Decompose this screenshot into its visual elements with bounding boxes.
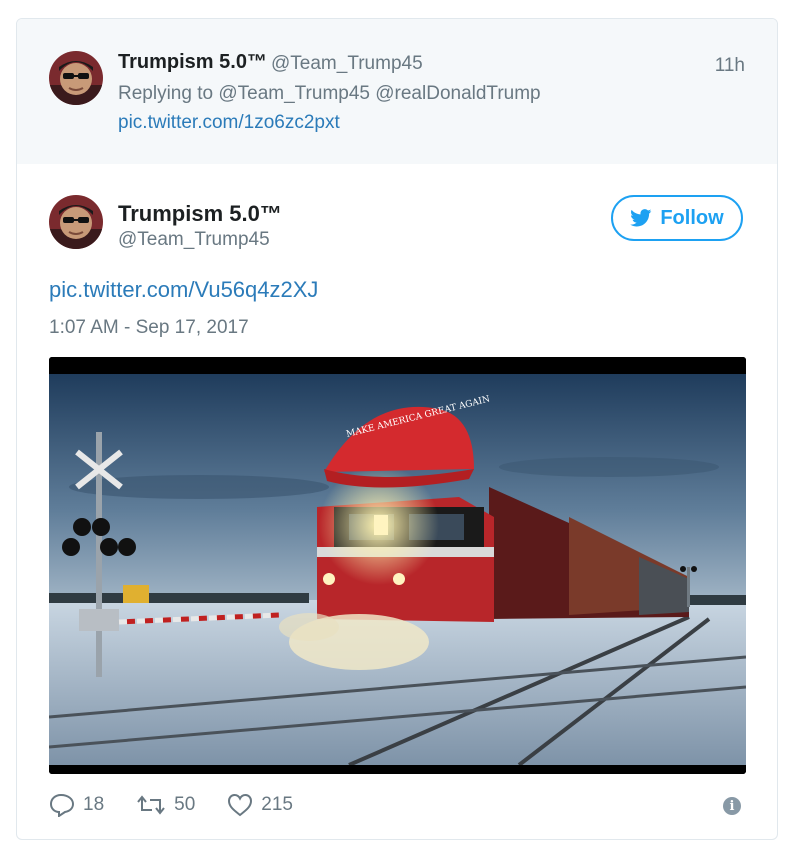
embedded-tweet-card: Trumpism 5.0™ @Team_Trump45 11h Replying… <box>16 18 778 840</box>
tweet-pic-link[interactable]: pic.twitter.com/Vu56q4z2XJ <box>49 277 318 303</box>
author-display-name[interactable]: Trumpism 5.0™ <box>118 201 282 227</box>
like-count: 215 <box>261 794 293 815</box>
parent-tweet[interactable]: Trumpism 5.0™ @Team_Trump45 11h Replying… <box>17 19 777 164</box>
parent-time[interactable]: 11h <box>715 55 745 77</box>
reply-action[interactable]: 18 <box>49 793 104 817</box>
retweet-action[interactable]: 50 <box>136 794 195 816</box>
like-action[interactable]: 215 <box>227 793 293 817</box>
parent-avatar[interactable] <box>49 51 103 105</box>
tweet-actions: 18 50 215 <box>49 789 325 821</box>
info-icon[interactable]: i <box>723 797 741 815</box>
reply-icon <box>49 793 75 817</box>
retweet-count: 50 <box>174 794 196 815</box>
replying-to: Replying to @Team_Trump45 @realDonaldTru… <box>118 83 541 104</box>
follow-button[interactable]: Follow <box>611 195 743 241</box>
reply-count: 18 <box>83 794 105 815</box>
parent-pic-link[interactable]: pic.twitter.com/1zo6zc2pxt <box>118 112 340 134</box>
like-icon <box>228 793 253 817</box>
tweet-photo[interactable]: MAKE AMERICA GREAT AGAIN <box>49 357 746 774</box>
author-handle[interactable]: @Team_Trump45 <box>118 229 270 251</box>
tweet-timestamp[interactable]: 1:07 AM - Sep 17, 2017 <box>49 317 249 339</box>
author-avatar[interactable] <box>49 195 103 249</box>
retweet-icon <box>137 795 165 815</box>
parent-display-name[interactable]: Trumpism 5.0™ <box>118 51 267 74</box>
parent-handle[interactable]: @Team_Trump45 <box>271 53 423 75</box>
follow-label: Follow <box>660 206 724 229</box>
twitter-bird-icon <box>630 209 652 227</box>
